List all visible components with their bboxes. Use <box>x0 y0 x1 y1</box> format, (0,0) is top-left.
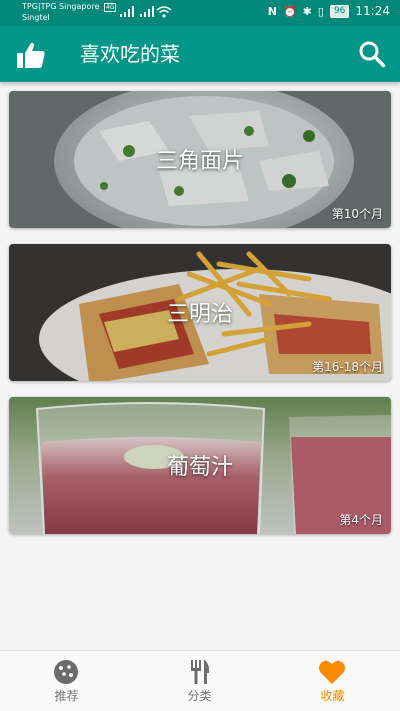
cookie-icon <box>54 660 78 684</box>
vibrate-icon: ▯ <box>317 4 324 18</box>
nfc-icon: N <box>267 4 277 18</box>
cutlery-icon <box>191 660 210 684</box>
heart-icon <box>319 660 345 684</box>
dish-name: 三角面片 <box>155 149 244 174</box>
dish-age: 第10个月 <box>331 207 383 221</box>
dish-card[interactable]: 葡萄汁 第4个月 <box>9 397 391 534</box>
tab-label: 收藏 <box>320 689 345 703</box>
carrier-info: TPG|TPG Singapore 4G Singtel <box>22 2 117 23</box>
tab-category[interactable]: 分类 <box>133 651 266 711</box>
app-bar: 喜欢吃的菜 <box>0 26 400 82</box>
signal-icon-2 <box>140 6 154 17</box>
tab-recommend[interactable]: 推荐 <box>0 651 133 711</box>
bottom-nav: 推荐 分类 收藏 <box>0 650 400 711</box>
dish-card[interactable]: 三明治 第16-18个月 <box>9 244 391 381</box>
battery-indicator: 96 <box>329 4 350 18</box>
alarm-icon: ⏰ <box>282 4 297 18</box>
dish-age: 第16-18个月 <box>312 360 383 374</box>
network-badge: 4G <box>103 3 117 12</box>
dish-name: 葡萄汁 <box>166 455 233 480</box>
bluetooth-icon: ✱ <box>302 4 312 18</box>
carrier-name-2: Singtel <box>22 13 50 22</box>
status-right: N ⏰ ✱ ▯ 96 11:24 <box>268 4 390 18</box>
signal-icon <box>120 6 134 17</box>
carrier-name: TPG|TPG Singapore <box>22 2 100 11</box>
dish-card[interactable]: 三角面片 第10个月 <box>9 91 391 228</box>
page-title: 喜欢吃的菜 <box>80 42 180 66</box>
dish-name: 三明治 <box>166 302 233 327</box>
tab-favorites[interactable]: 收藏 <box>266 651 399 711</box>
status-bar: TPG|TPG Singapore 4G Singtel N ⏰ ✱ ▯ 96 … <box>0 0 400 26</box>
wifi-icon <box>156 6 172 18</box>
dish-age: 第4个月 <box>339 513 383 527</box>
tab-label: 分类 <box>187 689 212 703</box>
search-icon[interactable] <box>358 40 386 68</box>
clock: 11:24 <box>355 4 390 18</box>
tab-label: 推荐 <box>54 689 79 703</box>
thumbs-up-icon <box>17 42 45 68</box>
app-root: TPG|TPG Singapore 4G Singtel N ⏰ ✱ ▯ 96 … <box>0 0 400 711</box>
